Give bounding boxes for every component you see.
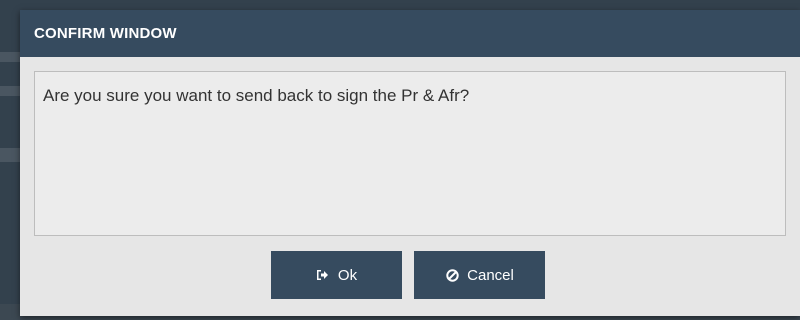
background-strip [0, 52, 20, 62]
sign-out-icon [316, 268, 330, 282]
cancel-button[interactable]: Cancel [414, 251, 545, 299]
ban-icon [445, 268, 459, 282]
dialog-title: CONFIRM WINDOW [34, 25, 177, 42]
dialog-footer: Ok Cancel [20, 251, 800, 299]
confirm-dialog: CONFIRM WINDOW Are you sure you want to … [20, 10, 800, 316]
ok-button-label: Ok [337, 266, 358, 284]
dialog-body: Are you sure you want to send back to si… [34, 71, 786, 236]
dialog-message: Are you sure you want to send back to si… [43, 86, 470, 105]
ok-button[interactable]: Ok [271, 251, 402, 299]
cancel-button-label: Cancel [467, 266, 514, 284]
dialog-header: CONFIRM WINDOW [20, 10, 800, 57]
background-strip [0, 86, 20, 96]
background-strip [0, 148, 20, 162]
